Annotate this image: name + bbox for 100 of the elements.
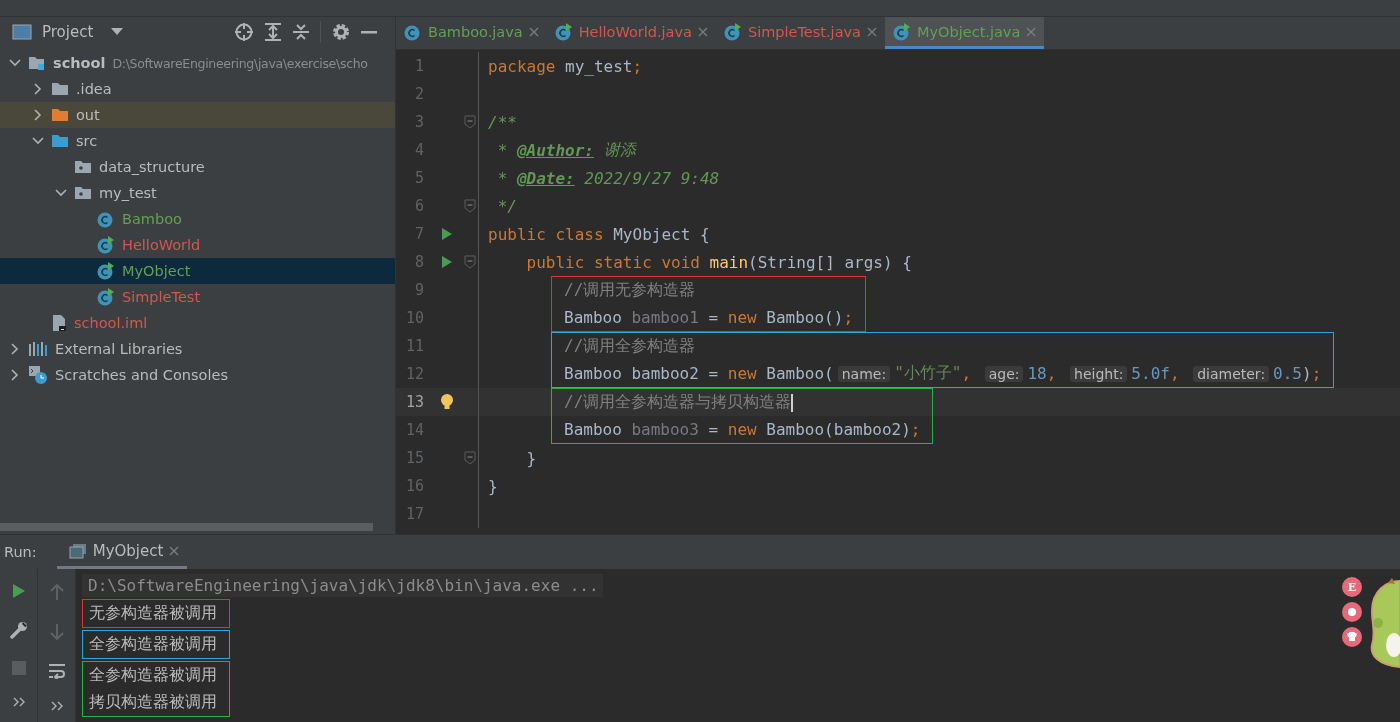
code-token: bamboo1 <box>631 308 699 327</box>
scrollbar-thumb[interactable] <box>0 523 373 531</box>
minimize-icon[interactable] <box>361 30 377 34</box>
chevron-right-icon[interactable] <box>34 109 42 121</box>
tree-item-label: school.iml <box>74 315 148 331</box>
line-number: 3 <box>413 113 424 131</box>
code-token: ; <box>910 420 921 439</box>
run-icon[interactable] <box>441 227 453 241</box>
run-tab[interactable]: MyObject <box>56 535 188 569</box>
soft-wrap-icon[interactable] <box>47 663 66 679</box>
line-number: 13 <box>404 393 424 411</box>
close-icon[interactable] <box>169 545 180 556</box>
package-folder-icon <box>74 185 92 201</box>
tree-item-label: school <box>53 55 106 71</box>
line-number: 14 <box>404 421 424 439</box>
console-command: D:\SoftwareEngineering\java\jdk\jdk8\bin\java.exe ... <box>82 574 603 597</box>
line-number: 5 <box>413 169 424 187</box>
editor-tab[interactable]: Bamboo.java <box>396 17 547 49</box>
chevron-down-icon[interactable] <box>55 189 67 197</box>
runnable-class-icon <box>97 236 115 254</box>
code-comment: * <box>496 168 509 188</box>
line-number: 7 <box>413 225 424 243</box>
fold-marker-icon[interactable] <box>464 451 476 465</box>
code-token: new <box>727 420 758 439</box>
tree-item-label: MyObject <box>122 263 191 279</box>
collapse-all-icon[interactable] <box>292 22 310 42</box>
editor-tab[interactable]: SimpleTest.java <box>715 17 885 49</box>
tree-item[interactable]: data_structure <box>0 154 395 180</box>
line-number: 15 <box>404 449 424 467</box>
tree-item[interactable]: src <box>0 128 395 154</box>
tree-item-label: out <box>76 107 100 123</box>
code-token: } <box>525 448 537 468</box>
scratches-icon <box>28 365 48 385</box>
tree-item-label: my_test <box>99 185 157 201</box>
chevron-right-icon[interactable] <box>11 369 19 381</box>
fold-marker-icon[interactable] <box>464 199 476 213</box>
file-icon <box>51 314 67 332</box>
more-icon[interactable] <box>50 701 63 711</box>
close-icon[interactable] <box>867 26 877 37</box>
fold-marker-icon[interactable] <box>464 255 476 269</box>
code-token: 0.5 <box>1273 364 1302 383</box>
letter-badge[interactable]: E <box>1342 577 1362 597</box>
code-token: ) <box>1302 364 1312 383</box>
tree-item[interactable]: out <box>0 102 395 128</box>
chevron-down-icon[interactable] <box>32 137 44 145</box>
code-token: new <box>727 364 758 383</box>
tree-item[interactable]: External Libraries <box>0 336 395 362</box>
run-icon[interactable] <box>11 583 26 599</box>
tree-item[interactable]: Bamboo <box>0 206 395 232</box>
code-token: package <box>488 56 556 76</box>
wrench-icon[interactable] <box>9 621 28 639</box>
runnable-class-icon <box>893 22 911 41</box>
code-token: , <box>1046 364 1058 383</box>
code-token: 5.0f <box>1131 364 1170 383</box>
panel-title[interactable]: Project <box>42 23 94 41</box>
code-comment: //调用无参构造器 <box>564 280 696 301</box>
chevron-right-icon[interactable] <box>11 343 19 355</box>
fold-marker-icon[interactable] <box>464 115 476 129</box>
close-icon[interactable] <box>697 26 708 37</box>
window-icon <box>12 24 32 40</box>
code-token: Bamboo(bamboo2) <box>766 420 911 439</box>
code-token: , <box>961 364 973 383</box>
chevron-down-icon[interactable] <box>9 59 21 67</box>
locate-icon[interactable] <box>234 22 254 42</box>
chevron-right-icon[interactable] <box>34 83 42 95</box>
parameter-hint: age: <box>984 365 1024 382</box>
tree-item[interactable]: Scratches and Consoles <box>0 362 395 388</box>
shirt-badge-icon[interactable] <box>1342 627 1362 647</box>
code-comment: /** <box>488 112 517 132</box>
tree-item[interactable]: .idea <box>0 76 395 102</box>
console-output-line: 全参构造器被调用 <box>89 664 217 686</box>
tree-item[interactable]: my_test <box>0 180 395 206</box>
settings-icon[interactable] <box>331 22 351 42</box>
tree-item[interactable]: MyObject <box>0 258 395 284</box>
libraries-icon <box>28 341 48 357</box>
dropdown-caret-icon[interactable] <box>111 28 124 36</box>
more-icon[interactable] <box>12 697 25 707</box>
console-icon <box>68 542 87 559</box>
code-comment: @Date: <box>516 168 575 188</box>
lightbulb-icon[interactable] <box>440 393 454 411</box>
tree-item[interactable]: school D:\SoftwareEngineering\java\exercise\scho <box>0 50 395 76</box>
project-path: D:\SoftwareEngineering\java\exercise\scho <box>112 55 368 71</box>
tree-item[interactable]: HelloWorld <box>0 232 395 258</box>
code-token: ; <box>843 308 853 327</box>
folder-icon <box>51 81 69 97</box>
close-icon[interactable] <box>528 26 539 37</box>
editor-tab[interactable]: HelloWorld.java <box>546 17 716 49</box>
dot-badge-icon[interactable] <box>1342 602 1362 622</box>
parameter-hint: diameter: <box>1193 365 1270 382</box>
code-token: main <box>709 252 749 272</box>
run-icon[interactable] <box>441 255 453 269</box>
line-number: 8 <box>413 253 424 271</box>
editor-tab[interactable]: MyObject.java <box>885 17 1045 49</box>
code-token: Bamboo() <box>766 308 844 327</box>
code-token: = <box>707 420 720 439</box>
tree-item[interactable]: school.iml <box>0 310 395 336</box>
tree-item[interactable]: SimpleTest <box>0 284 395 310</box>
expand-all-icon[interactable] <box>264 22 282 42</box>
line-number: 16 <box>404 477 424 495</box>
line-number: 1 <box>413 57 424 75</box>
